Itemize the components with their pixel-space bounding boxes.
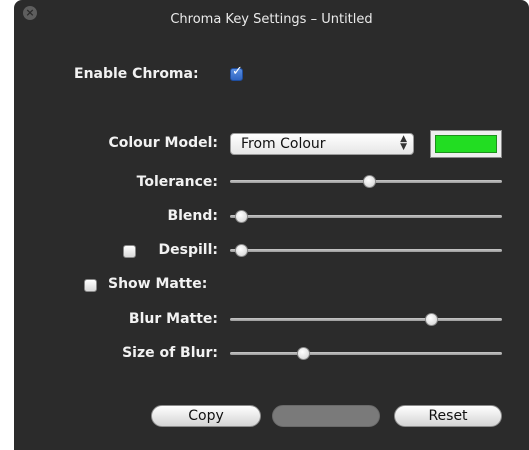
title-bar[interactable]: × Chroma Key Settings – Untitled: [14, 0, 529, 40]
copy-button[interactable]: Copy: [151, 405, 261, 427]
tolerance-label: Tolerance:: [136, 174, 218, 190]
enable-chroma-checkbox[interactable]: ✓: [230, 64, 243, 81]
tolerance-slider[interactable]: [230, 175, 502, 189]
blur-matte-label: Blur Matte:: [128, 311, 218, 327]
blend-slider[interactable]: [230, 210, 502, 224]
colour-swatch: [435, 135, 497, 153]
slider-track: [230, 249, 502, 252]
paste-button[interactable]: [272, 405, 380, 427]
colour-model-label: Colour Model:: [108, 135, 218, 151]
show-matte-label: Show Matte:: [108, 276, 208, 292]
slider-knob[interactable]: [425, 313, 439, 326]
show-matte-checkbox[interactable]: [84, 279, 97, 292]
slider-knob[interactable]: [234, 244, 248, 257]
slider-track: [230, 352, 502, 355]
window-title: Chroma Key Settings – Untitled: [170, 12, 373, 27]
despill-checkbox[interactable]: [123, 245, 136, 258]
slider-track: [230, 318, 502, 321]
slider-knob[interactable]: [297, 347, 311, 360]
slider-track: [230, 215, 502, 218]
colour-model-select[interactable]: From Colour ▲ ▼: [230, 133, 414, 155]
slider-knob[interactable]: [362, 175, 376, 188]
despill-label: Despill:: [158, 242, 218, 258]
size-of-blur-label: Size of Blur:: [122, 345, 218, 361]
blur-matte-slider[interactable]: [230, 313, 502, 327]
size-of-blur-slider[interactable]: [230, 347, 502, 361]
slider-knob[interactable]: [234, 210, 248, 223]
despill-slider[interactable]: [230, 244, 502, 258]
up-down-arrows-icon: ▲ ▼: [400, 134, 407, 152]
colour-swatch-button[interactable]: [430, 130, 502, 158]
colour-model-value: From Colour: [241, 136, 326, 152]
blend-label: Blend:: [167, 208, 218, 224]
chroma-key-settings-window: × Chroma Key Settings – Untitled Enable …: [14, 0, 529, 450]
checkmark-icon: ✓: [232, 64, 243, 79]
reset-button[interactable]: Reset: [394, 405, 502, 427]
enable-chroma-label: Enable Chroma:: [74, 66, 199, 82]
